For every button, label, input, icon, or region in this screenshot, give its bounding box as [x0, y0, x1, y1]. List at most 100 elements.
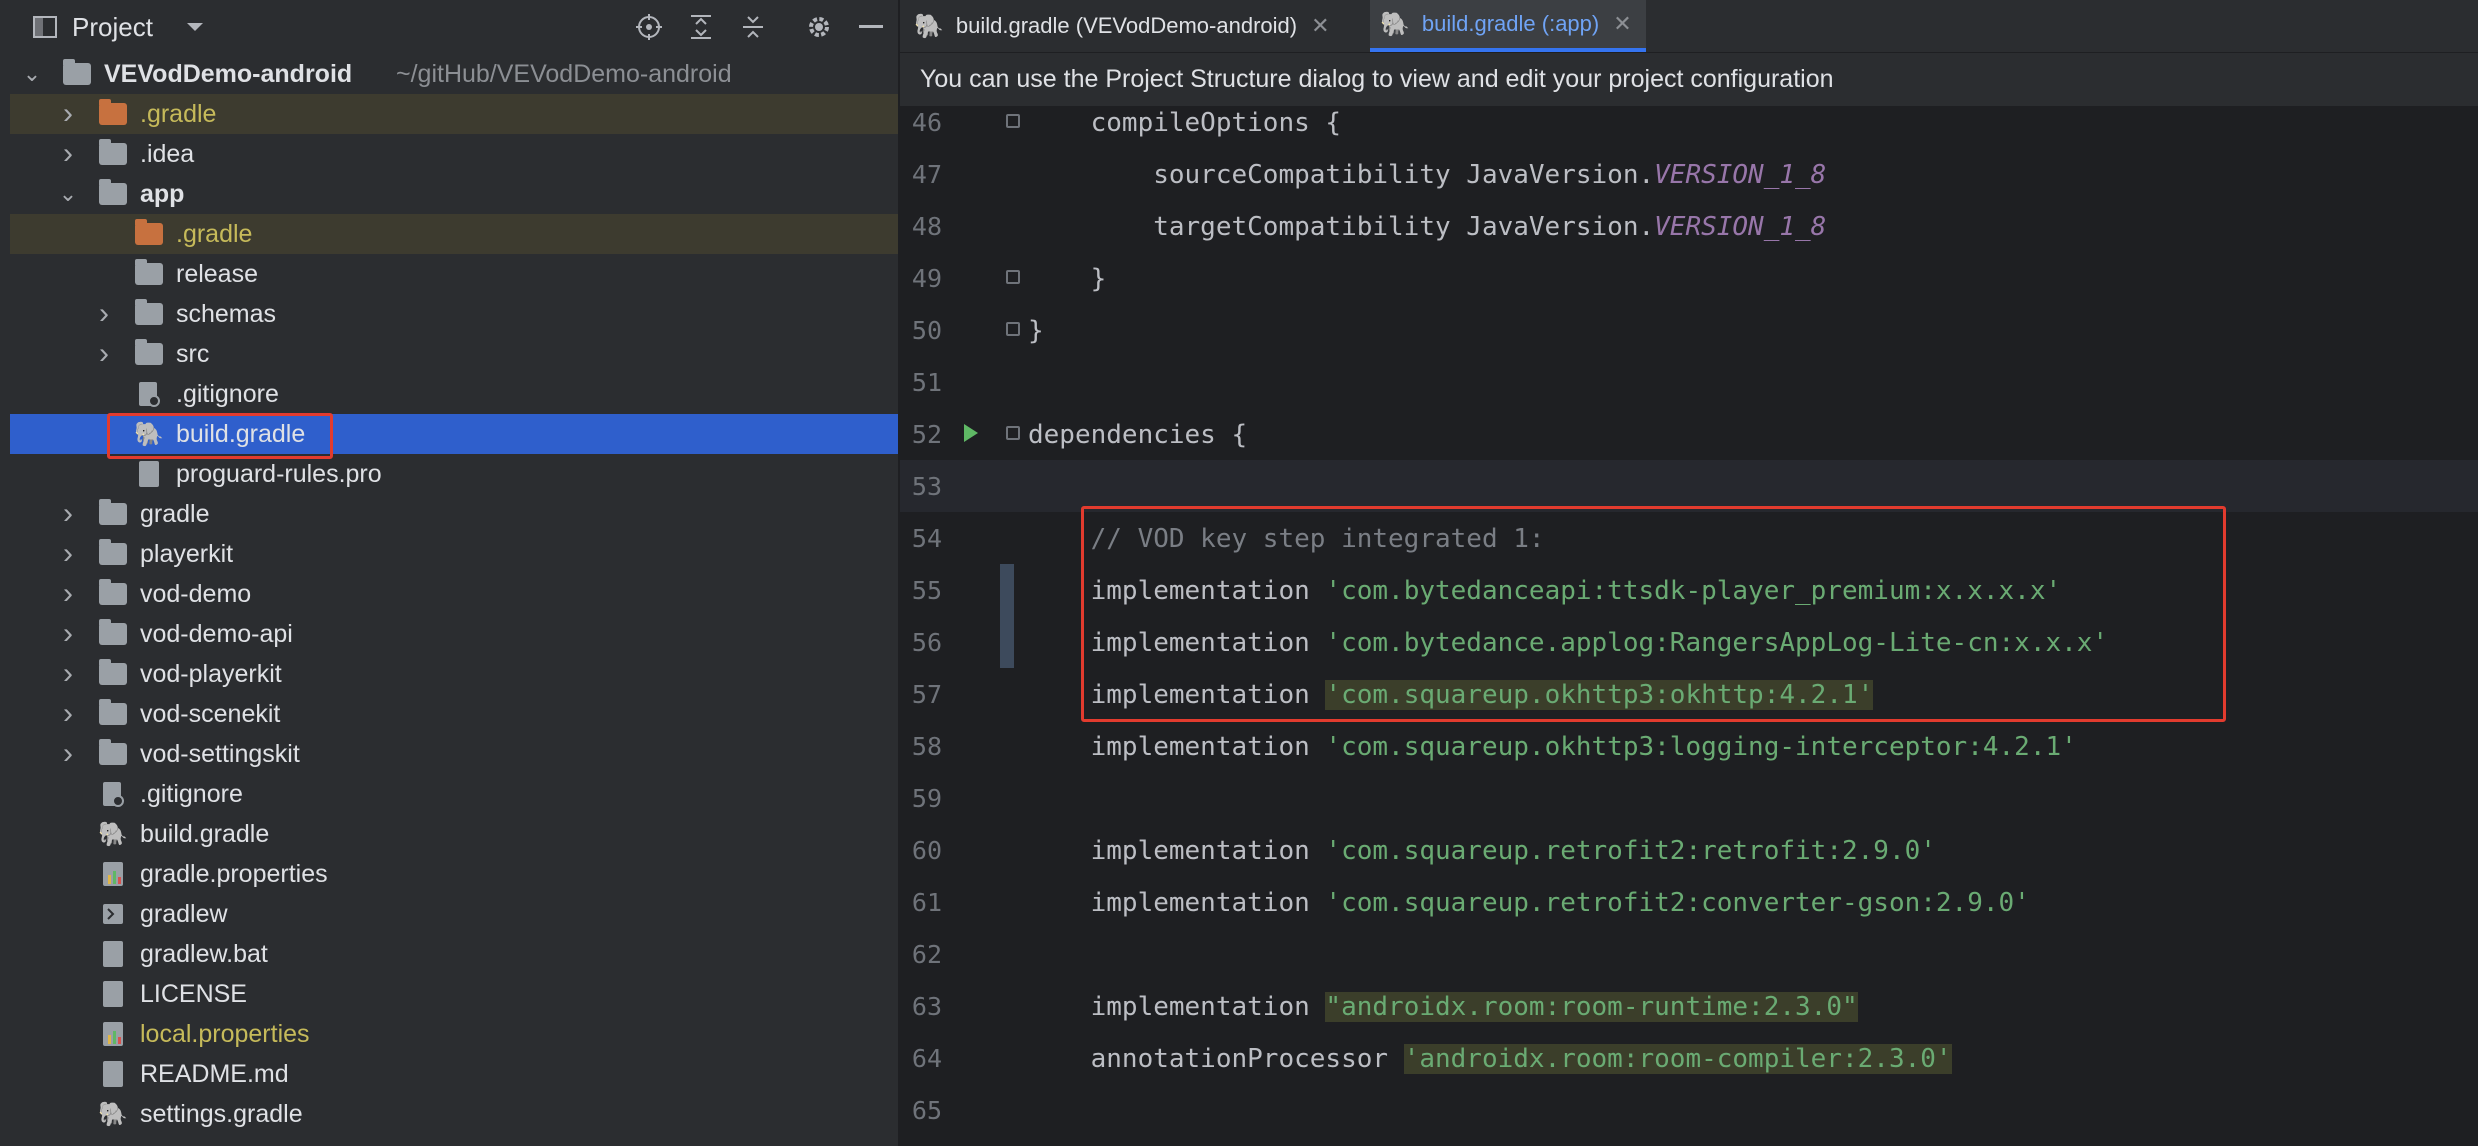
- code-token: compileOptions {: [1028, 108, 1342, 138]
- tree-item[interactable]: .gitignore: [10, 374, 898, 414]
- collapse-all-icon[interactable]: [738, 12, 768, 42]
- tab-build-gradle-root[interactable]: 🐘 build.gradle (VEVodDemo-android) ✕: [914, 0, 1330, 52]
- terminal-file-icon: [98, 894, 128, 934]
- code-token: sourceCompatibility JavaVersion.: [1028, 160, 1655, 190]
- tree-item[interactable]: › .gradle: [10, 94, 898, 134]
- properties-icon: [98, 854, 128, 894]
- tree-item-label: app: [140, 179, 185, 208]
- gradle-icon: 🐘: [98, 820, 128, 848]
- fold-icon[interactable]: [1006, 270, 1020, 284]
- close-icon[interactable]: ✕: [1613, 11, 1631, 37]
- chevron-right-icon[interactable]: ›: [58, 574, 78, 614]
- annotation-box-build-gradle: [107, 413, 333, 459]
- tree-item[interactable]: ⌄ VEVodDemo-android ~/gitHub/VEVodDemo-and…: [10, 54, 898, 94]
- code-line[interactable]: 48 targetCompatibility JavaVersion.VERSI…: [900, 200, 2478, 252]
- chevron-right-icon[interactable]: ›: [58, 654, 78, 694]
- code-text: }: [1028, 316, 1044, 346]
- properties-icon: [98, 1014, 128, 1054]
- tree-item-label: vod-scenekit: [140, 699, 281, 728]
- code-line[interactable]: 51: [900, 356, 2478, 408]
- code-text: dependencies {: [1028, 420, 1247, 450]
- vcs-change-marker[interactable]: [1000, 564, 1014, 668]
- chevron-right-icon[interactable]: ›: [58, 534, 78, 574]
- tree-item[interactable]: gradlew.bat: [10, 934, 898, 974]
- dropdown-arrow-icon[interactable]: [180, 12, 210, 42]
- chevron-right-icon[interactable]: ›: [94, 334, 114, 374]
- tree-item[interactable]: .gitignore: [10, 774, 898, 814]
- chevron-right-icon[interactable]: ›: [58, 734, 78, 774]
- code-line[interactable]: 65: [900, 1084, 2478, 1136]
- chevron-right-icon[interactable]: ›: [58, 134, 78, 174]
- chevron-right-icon[interactable]: ›: [58, 494, 78, 534]
- fold-icon[interactable]: [1006, 322, 1020, 336]
- tree-item-path: ~/gitHub/VEVodDemo-android: [396, 59, 732, 88]
- chevron-right-icon[interactable]: ›: [58, 694, 78, 734]
- gear-icon[interactable]: [804, 12, 834, 42]
- code-token: 'com.squareup.retrofit2:converter-gson:2…: [1325, 888, 2030, 918]
- code-line[interactable]: 62: [900, 928, 2478, 980]
- code-line[interactable]: 47 sourceCompatibility JavaVersion.VERSI…: [900, 148, 2478, 200]
- tree-item[interactable]: ⌄ app: [10, 174, 898, 214]
- tree-item-label: build.gradle: [140, 819, 270, 848]
- tree-item[interactable]: › vod-scenekit: [10, 694, 898, 734]
- tab-build-gradle-app[interactable]: 🐘 build.gradle (:app) ✕: [1370, 0, 1646, 52]
- tree-item[interactable]: .gradle: [10, 214, 898, 254]
- line-number: 54: [911, 524, 942, 553]
- tree-item[interactable]: › vod-playerkit: [10, 654, 898, 694]
- code-line[interactable]: 50}: [900, 304, 2478, 356]
- code-text: implementation 'com.squareup.retrofit2:r…: [1028, 836, 1936, 866]
- fold-icon[interactable]: [1006, 114, 1020, 128]
- code-line[interactable]: 64 annotationProcessor 'androidx.room:ro…: [900, 1032, 2478, 1084]
- code-token: }: [1028, 316, 1044, 346]
- code-line[interactable]: 46 compileOptions {: [900, 96, 2478, 148]
- code-line[interactable]: 49 }: [900, 252, 2478, 304]
- line-number: 64: [911, 1044, 942, 1073]
- tree-item[interactable]: gradlew: [10, 894, 898, 934]
- chevron-down-icon[interactable]: ⌄: [22, 54, 42, 94]
- chevron-right-icon[interactable]: ›: [58, 94, 78, 134]
- tree-item[interactable]: release: [10, 254, 898, 294]
- gradle-icon: 🐘: [914, 12, 944, 40]
- code-line[interactable]: 63 implementation "androidx.room:room-ru…: [900, 980, 2478, 1032]
- expand-all-icon[interactable]: [686, 12, 716, 42]
- code-token: 'com.squareup.okhttp3:logging-intercepto…: [1325, 732, 2077, 762]
- code-line[interactable]: 61 implementation 'com.squareup.retrofit…: [900, 876, 2478, 928]
- tree-item[interactable]: gradle.properties: [10, 854, 898, 894]
- tree-item[interactable]: LICENSE: [10, 974, 898, 1014]
- code-line[interactable]: 58 implementation 'com.squareup.okhttp3:…: [900, 720, 2478, 772]
- chevron-right-icon[interactable]: ›: [58, 614, 78, 654]
- code-line[interactable]: 53: [900, 460, 2478, 512]
- window-icon[interactable]: [30, 12, 60, 42]
- tree-item-label: README.md: [140, 1059, 289, 1088]
- tree-item[interactable]: › playerkit: [10, 534, 898, 574]
- tree-item[interactable]: › schemas: [10, 294, 898, 334]
- tree-item-label: src: [176, 339, 210, 368]
- tree-item[interactable]: › vod-demo: [10, 574, 898, 614]
- tree-item[interactable]: proguard-rules.pro: [10, 454, 898, 494]
- chevron-down-icon[interactable]: ⌄: [58, 174, 78, 214]
- code-line[interactable]: 60 implementation 'com.squareup.retrofit…: [900, 824, 2478, 876]
- line-number: 55: [911, 576, 942, 605]
- run-icon[interactable]: [964, 424, 978, 442]
- gradle-icon: 🐘: [98, 1100, 128, 1128]
- minimize-icon[interactable]: [856, 12, 886, 42]
- tree-item[interactable]: › .idea: [10, 134, 898, 174]
- locate-icon[interactable]: [634, 12, 664, 42]
- code-line[interactable]: 59: [900, 772, 2478, 824]
- tree-item[interactable]: README.md: [10, 1054, 898, 1094]
- fold-icon[interactable]: [1006, 426, 1020, 440]
- gitignore-icon: [134, 374, 164, 414]
- tree-item-label: vod-demo: [140, 579, 252, 608]
- tree-item[interactable]: local.properties: [10, 1014, 898, 1054]
- code-line[interactable]: 52 dependencies {: [900, 408, 2478, 460]
- chevron-right-icon[interactable]: ›: [94, 294, 114, 334]
- project-title[interactable]: Project: [72, 12, 153, 43]
- tree-item[interactable]: › gradle: [10, 494, 898, 534]
- tree-item[interactable]: › src: [10, 334, 898, 374]
- tree-item[interactable]: › vod-demo-api: [10, 614, 898, 654]
- tree-item[interactable]: 🐘 settings.gradle: [10, 1094, 898, 1134]
- close-icon[interactable]: ✕: [1311, 13, 1329, 39]
- tree-item[interactable]: › vod-settingskit: [10, 734, 898, 774]
- tree-item[interactable]: 🐘 build.gradle: [10, 814, 898, 854]
- tree-item-label: .gitignore: [140, 779, 243, 808]
